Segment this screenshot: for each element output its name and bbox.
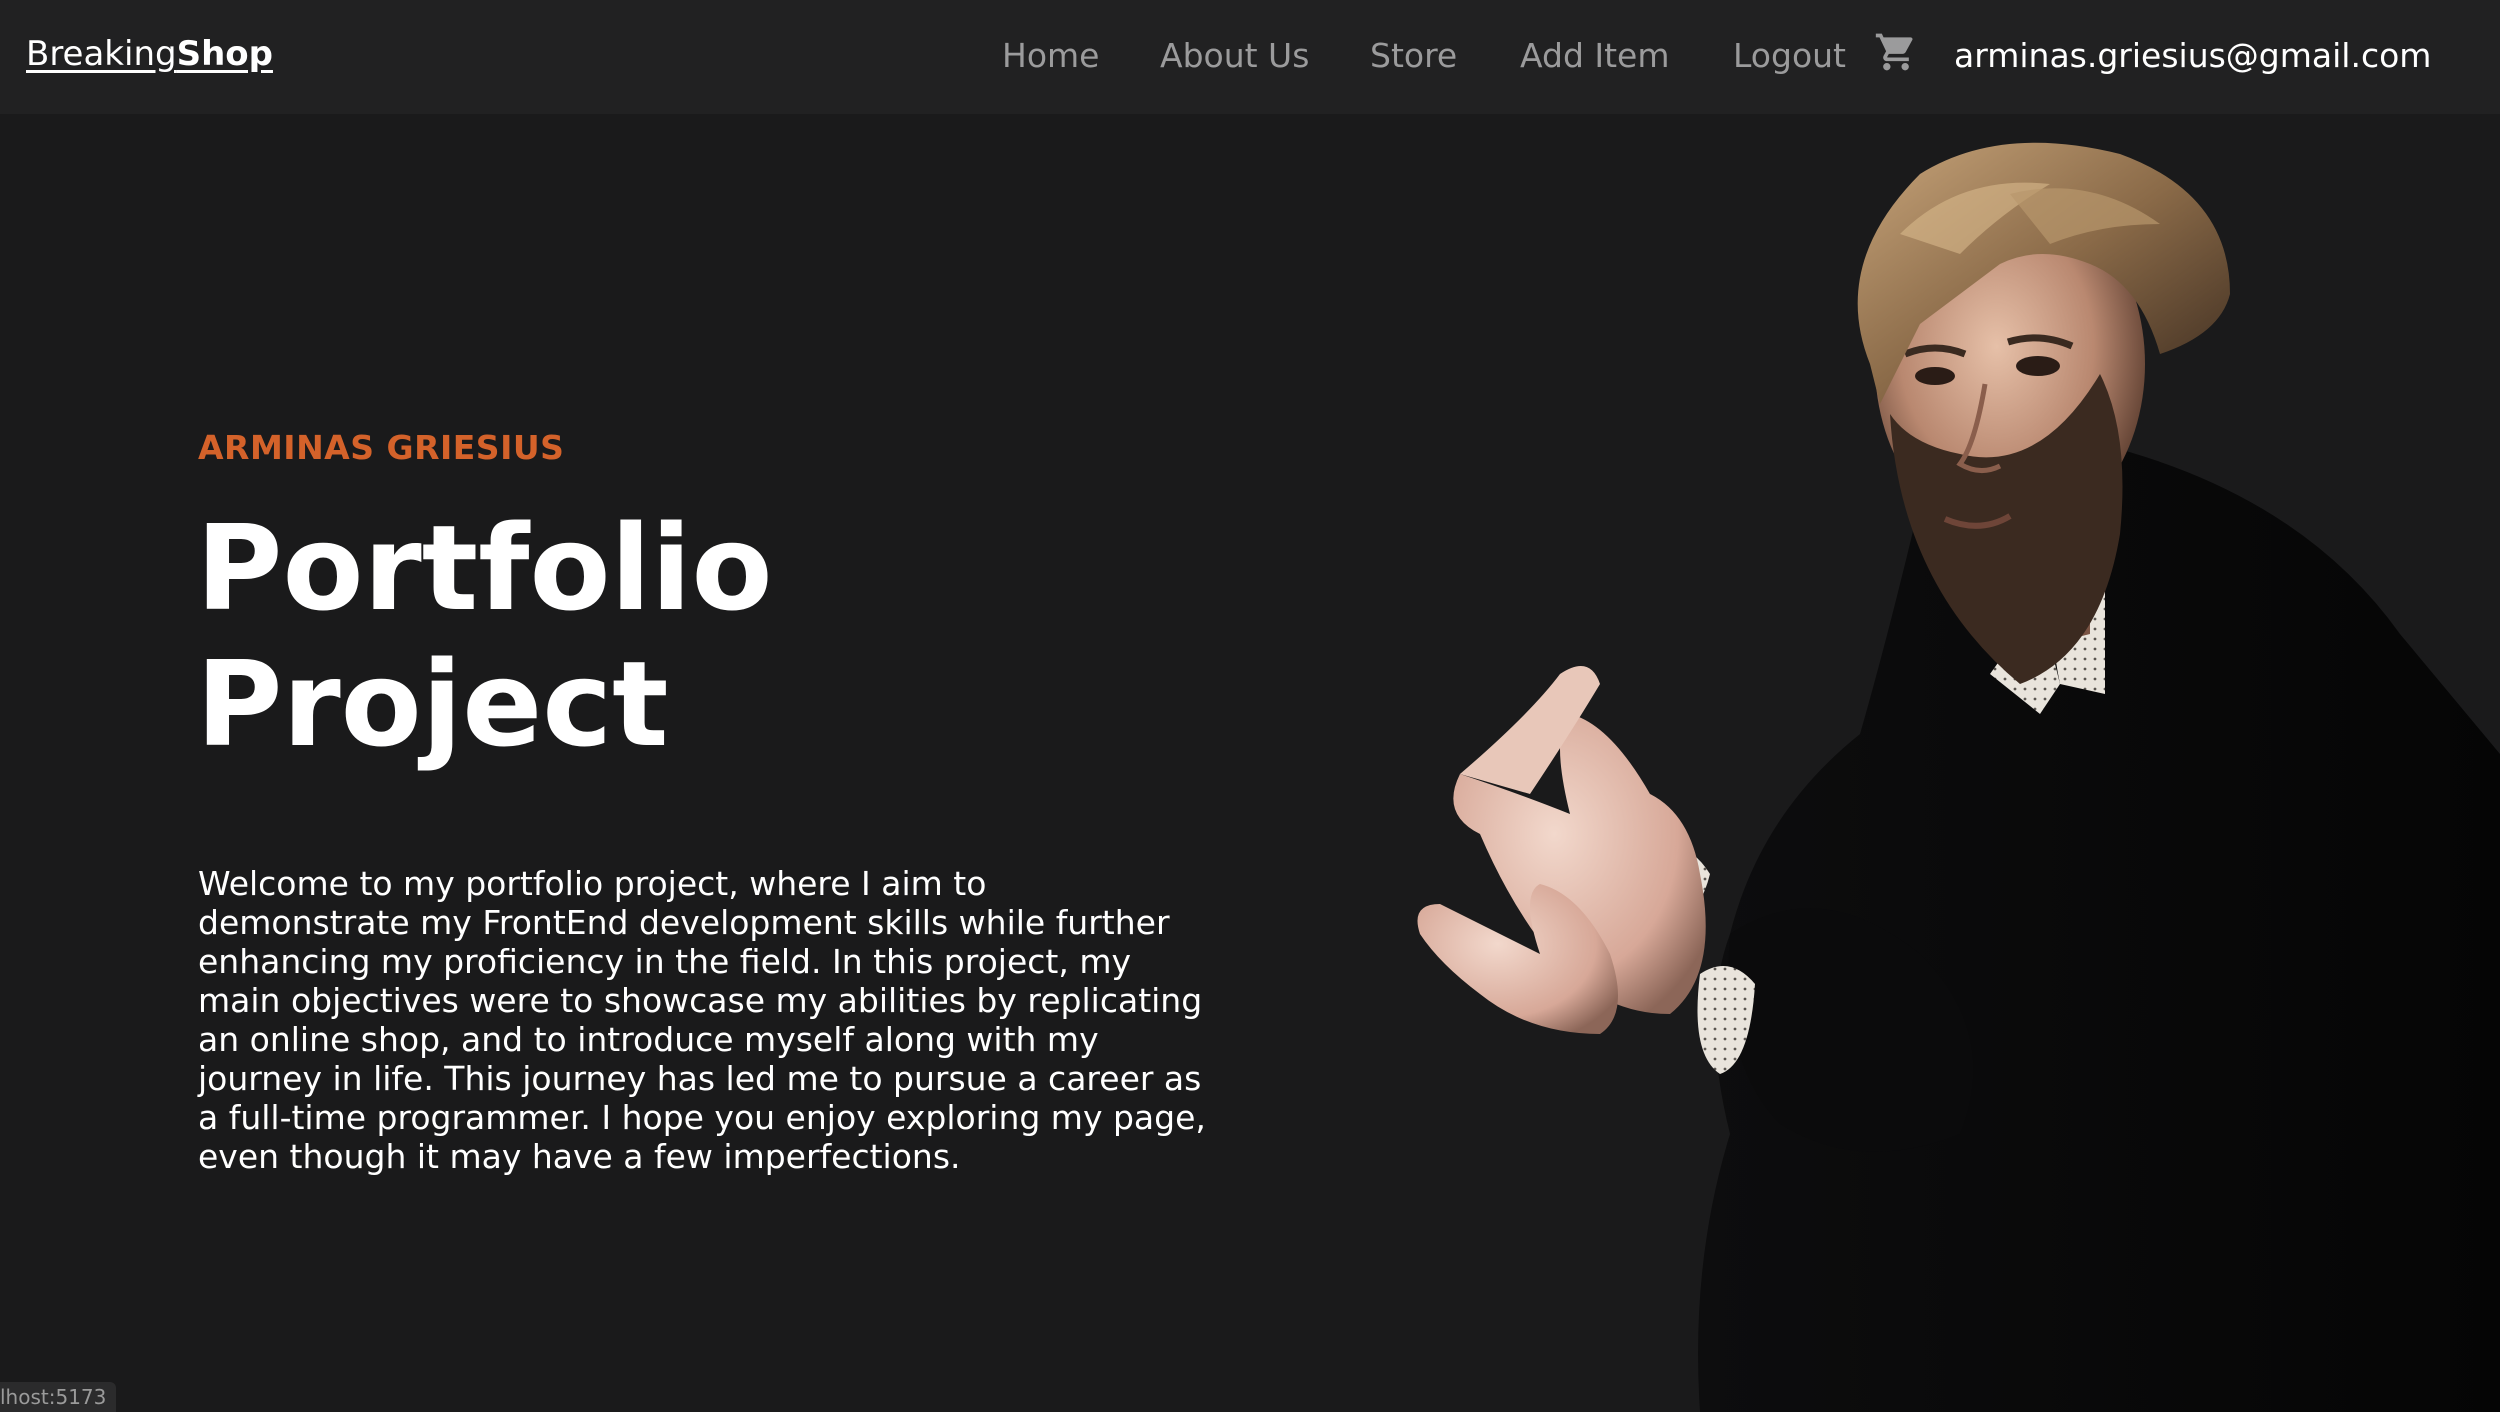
nav-add-item-link[interactable]: Add Item (1520, 36, 1670, 75)
status-bar-url: lhost:5173 (0, 1382, 117, 1412)
brand-logo-link[interactable]: BreakingShop (26, 34, 273, 74)
hero-title-line-1: Portfolio (196, 499, 773, 637)
hero-eyebrow: ARMINAS GRIESIUS (198, 428, 565, 467)
brand-bold: Shop (176, 34, 273, 74)
top-navbar: BreakingShop Home About Us Store Add Ite… (0, 0, 2500, 114)
portrait-image (1400, 114, 2500, 1412)
brand-regular: Breaking (26, 34, 177, 74)
page: BreakingShop Home About Us Store Add Ite… (0, 0, 2500, 1412)
shopping-cart-icon[interactable] (1874, 30, 1918, 74)
user-email-link[interactable]: arminas.griesius@gmail.com (1954, 36, 2431, 75)
hero-intro-paragraph: Welcome to my portfolio project, where I… (198, 864, 1206, 1176)
hero-title-line-2: Project (196, 635, 669, 773)
nav-home-link[interactable]: Home (1002, 36, 1099, 75)
nav-about-link[interactable]: About Us (1160, 36, 1309, 75)
hero-title: Portfolio Project (196, 500, 1096, 772)
nav-logout-link[interactable]: Logout (1733, 36, 1846, 75)
nav-store-link[interactable]: Store (1370, 36, 1457, 75)
